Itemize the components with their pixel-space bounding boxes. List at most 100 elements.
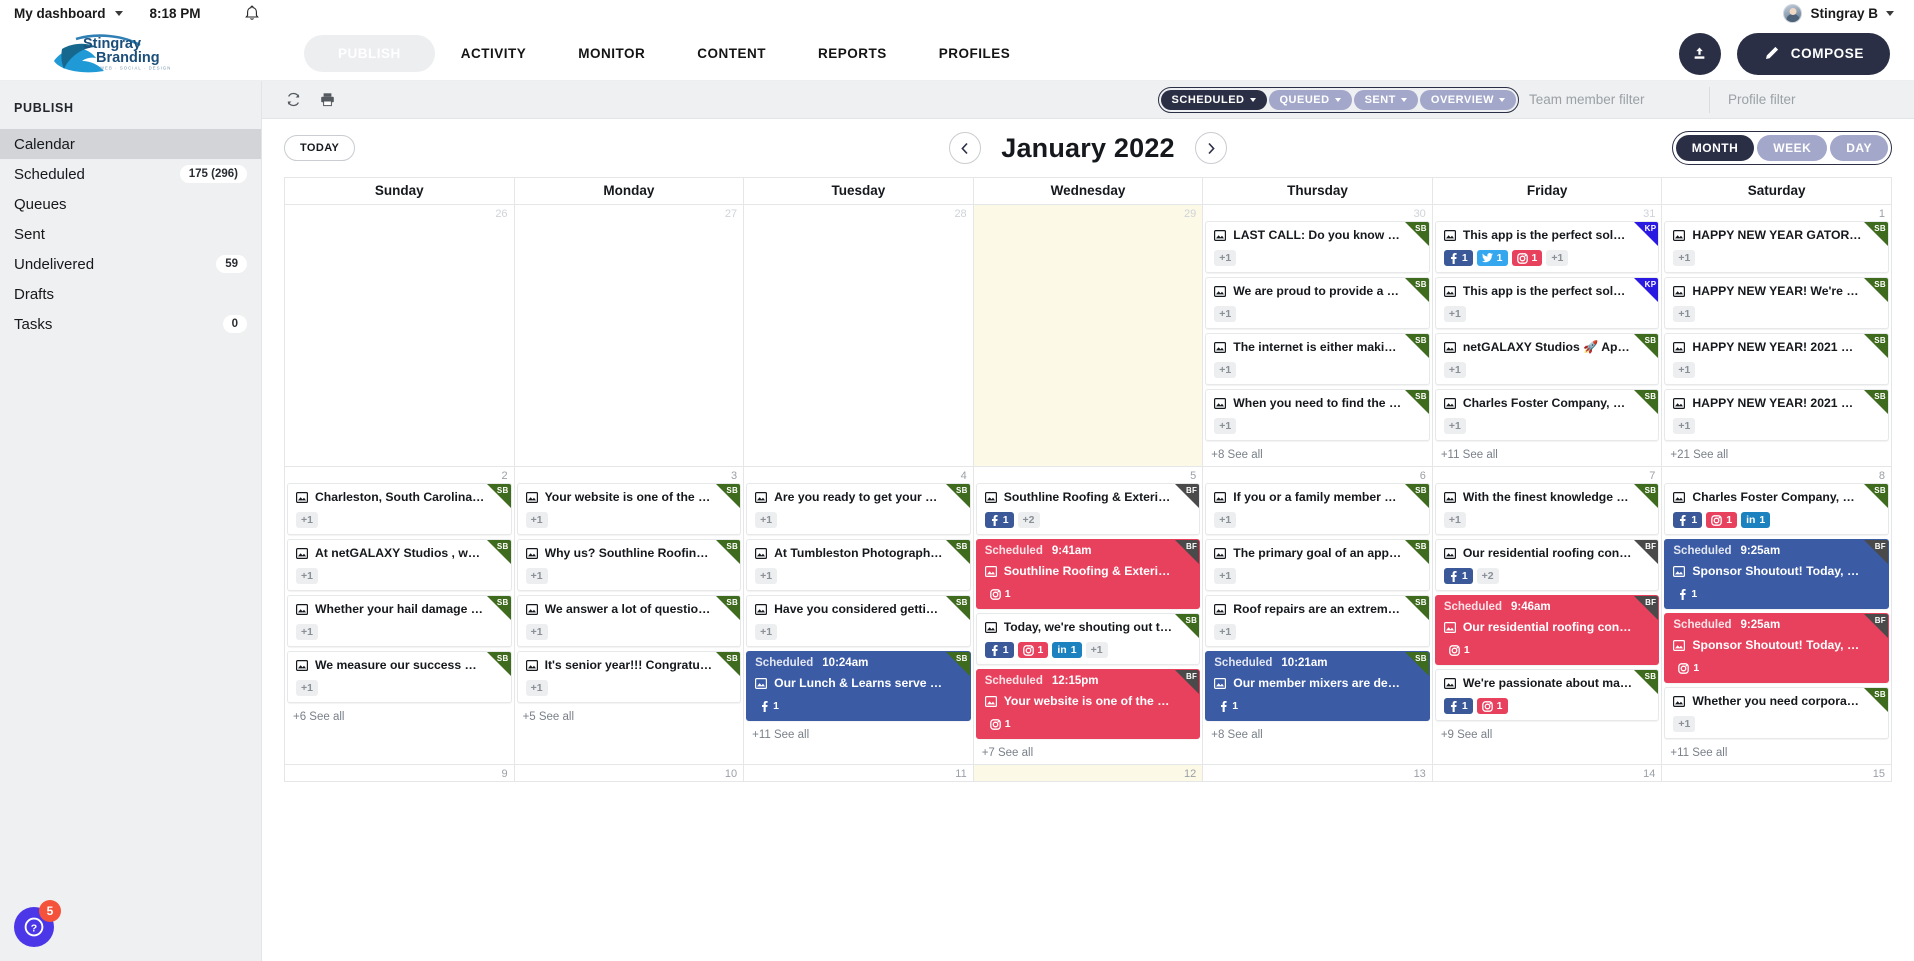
- calendar-day-cell[interactable]: 26: [284, 204, 515, 467]
- calendar-post-card[interactable]: SB Your website is one of the most impo..…: [516, 483, 742, 535]
- calendar-post-card[interactable]: SB Charles Foster Company, based in Ch...…: [1664, 483, 1889, 535]
- nav-tab-content[interactable]: CONTENT: [671, 35, 792, 72]
- calendar-post-card[interactable]: SB The internet is either making you mo..…: [1205, 333, 1430, 385]
- dashboard-menu-label[interactable]: My dashboard: [14, 6, 106, 21]
- post-more-networks-badge[interactable]: +1: [755, 624, 778, 640]
- calendar-day-cell[interactable]: 2 SB Charleston, South Carolina is a top d…: [284, 466, 515, 765]
- calendar-post-card[interactable]: KP This app is the perfect solution for #…: [1434, 277, 1660, 329]
- post-network-badge-li[interactable]: in 1: [1052, 642, 1082, 658]
- calendar-post-card[interactable]: SB netGALAXY Studios 🚀 Apps have m... +1: [1434, 333, 1660, 385]
- calendar-post-card[interactable]: BF Scheduled 9:41am Southline Roofing & Ext…: [975, 539, 1201, 609]
- post-network-badge-ig[interactable]: 1: [985, 716, 1016, 732]
- calendar-day-cell[interactable]: 11: [743, 764, 974, 782]
- calendar-day-cell[interactable]: 13: [1202, 764, 1433, 782]
- nav-tab-activity[interactable]: ACTIVITY: [435, 35, 553, 72]
- calendar-post-card[interactable]: SB Scheduled 10:21am Our member mixers are …: [1205, 651, 1430, 721]
- calendar-post-card[interactable]: SB We're passionate about making your ...…: [1434, 669, 1660, 721]
- calendar-post-card[interactable]: SB LAST CALL: Do you know of an outst... +…: [1205, 221, 1430, 273]
- calendar-post-card[interactable]: SB If you or a family member has been in.…: [1205, 483, 1430, 535]
- post-more-networks-badge[interactable]: +1: [296, 512, 318, 528]
- sidebar-item-queues[interactable]: Queues: [0, 189, 261, 219]
- post-more-networks-badge[interactable]: +1: [1673, 362, 1696, 378]
- post-more-networks-badge[interactable]: +1: [1214, 624, 1237, 640]
- calendar-post-card[interactable]: SB Scheduled 10:24am Our Lunch & Learns ser…: [746, 651, 971, 721]
- post-network-badge-ig[interactable]: 1: [1476, 698, 1508, 714]
- post-more-networks-badge[interactable]: +1: [525, 512, 548, 528]
- filter-pill-scheduled[interactable]: SCHEDULED: [1160, 89, 1267, 110]
- calendar-day-cell[interactable]: 12: [972, 764, 1204, 782]
- see-all-link[interactable]: +11 See all: [1662, 743, 1891, 764]
- post-more-networks-badge[interactable]: +1: [1673, 418, 1696, 434]
- post-network-badge-li[interactable]: in 1: [1741, 512, 1771, 528]
- user-menu-chevron-down-icon[interactable]: [1886, 11, 1894, 16]
- filter-pill-overview[interactable]: OVERVIEW: [1419, 89, 1516, 110]
- calendar-post-card[interactable]: KP This app is the perfect solution for #…: [1434, 221, 1660, 273]
- calendar-post-card[interactable]: BF Scheduled 9:46am Our residential roofing…: [1434, 595, 1660, 665]
- post-network-badge-ig[interactable]: 1: [1511, 250, 1543, 266]
- calendar-post-card[interactable]: SB Roof repairs are an extremely import..…: [1205, 595, 1430, 647]
- see-all-link[interactable]: +11 See all: [744, 725, 973, 746]
- post-more-networks-badge[interactable]: +1: [1546, 250, 1569, 266]
- calendar-post-card[interactable]: SB HAPPY NEW YEAR GATORS! It's offi... +1: [1664, 221, 1889, 273]
- see-all-link[interactable]: +8 See all: [1203, 445, 1432, 466]
- calendar-day-cell[interactable]: 4 SB Are you ready to get your app project…: [743, 466, 974, 765]
- post-more-networks-badge[interactable]: +1: [296, 624, 318, 640]
- post-network-badge-fb[interactable]: 1: [1443, 250, 1473, 266]
- calendar-post-card[interactable]: BF Scheduled 9:25am Sponsor Shoutout! Today…: [1664, 539, 1889, 609]
- calendar-day-cell[interactable]: 5 BF Southline Roofing & Exterior is proud…: [972, 466, 1204, 765]
- calendar-post-card[interactable]: SB When you need to find the right one, .…: [1205, 389, 1430, 441]
- calendar-post-card[interactable]: SB Whether your hail damage is recent o..…: [287, 595, 512, 647]
- post-more-networks-badge[interactable]: +1: [1673, 716, 1696, 732]
- calendar-post-card[interactable]: BF Our residential roofing contractor is …: [1434, 539, 1660, 591]
- sidebar-item-sent[interactable]: Sent: [0, 219, 261, 249]
- previous-month-button[interactable]: [949, 132, 982, 164]
- refresh-button[interactable]: [276, 91, 310, 108]
- post-network-badge-ig[interactable]: 1: [1444, 642, 1475, 658]
- calendar-post-card[interactable]: SB Are you ready to get your app project.…: [746, 483, 971, 535]
- see-all-link[interactable]: +5 See all: [515, 707, 744, 728]
- calendar-post-card[interactable]: SB Today, we're shouting out the aweso...…: [975, 613, 1201, 665]
- help-button[interactable]: ? 5: [14, 900, 61, 947]
- post-more-networks-badge[interactable]: +1: [1214, 568, 1237, 584]
- post-more-networks-badge[interactable]: +1: [525, 568, 548, 584]
- calendar-day-cell[interactable]: 14: [1431, 764, 1663, 782]
- post-network-badge-tw[interactable]: 1: [1476, 250, 1508, 266]
- calendar-post-card[interactable]: SB Have you considered getting an app f..…: [746, 595, 971, 647]
- calendar-post-card[interactable]: SB Charles Foster Company, based in Ch...…: [1434, 389, 1660, 441]
- nav-tab-profiles[interactable]: PROFILES: [913, 35, 1037, 72]
- post-more-networks-badge[interactable]: +2: [1017, 512, 1040, 528]
- bell-icon[interactable]: [244, 5, 260, 22]
- see-all-link[interactable]: +6 See all: [285, 707, 514, 728]
- filter-pill-sent[interactable]: SENT: [1353, 89, 1418, 110]
- post-network-badge-fb[interactable]: 1: [984, 512, 1014, 528]
- filter-pill-queued[interactable]: QUEUED: [1268, 89, 1352, 110]
- post-network-badge-fb[interactable]: 1: [1443, 568, 1473, 584]
- post-more-networks-badge[interactable]: +1: [1214, 418, 1237, 434]
- post-more-networks-badge[interactable]: +1: [525, 624, 548, 640]
- calendar-post-card[interactable]: SB HAPPY NEW YEAR! We're so blesse... +1: [1664, 277, 1889, 329]
- avatar[interactable]: [1783, 4, 1803, 23]
- calendar-post-card[interactable]: SB We measure our success with our clie..…: [287, 651, 512, 703]
- post-network-badge-fb[interactable]: 1: [1673, 586, 1702, 602]
- calendar-day-cell[interactable]: 28: [743, 204, 974, 467]
- sidebar-item-scheduled[interactable]: Scheduled 175 (296): [0, 159, 261, 189]
- calendar-post-card[interactable]: SB We are proud to provide a variety of .…: [1205, 277, 1430, 329]
- post-network-badge-fb[interactable]: 1: [984, 642, 1014, 658]
- post-network-badge-ig[interactable]: 1: [1673, 660, 1704, 676]
- post-more-networks-badge[interactable]: +1: [755, 568, 778, 584]
- see-all-link[interactable]: +21 See all: [1662, 445, 1891, 466]
- see-all-link[interactable]: +11 See all: [1433, 445, 1662, 466]
- sidebar-item-calendar[interactable]: Calendar: [0, 129, 261, 159]
- post-more-networks-badge[interactable]: +1: [1673, 306, 1696, 322]
- post-network-badge-ig[interactable]: 1: [985, 586, 1016, 602]
- view-toggle-week[interactable]: WEEK: [1757, 135, 1828, 161]
- today-button[interactable]: TODAY: [284, 135, 356, 161]
- upload-button[interactable]: [1678, 32, 1721, 75]
- see-all-link[interactable]: +8 See all: [1203, 725, 1432, 746]
- post-network-badge-fb[interactable]: 1: [1673, 512, 1703, 528]
- see-all-link[interactable]: +7 See all: [974, 743, 1203, 764]
- calendar-post-card[interactable]: SB Whether you need corporate photog... +1: [1664, 687, 1889, 739]
- calendar-post-card[interactable]: SB We answer a lot of questions about n..…: [516, 595, 742, 647]
- profile-filter-input[interactable]: [1728, 86, 1900, 113]
- post-more-networks-badge[interactable]: +1: [1673, 250, 1696, 266]
